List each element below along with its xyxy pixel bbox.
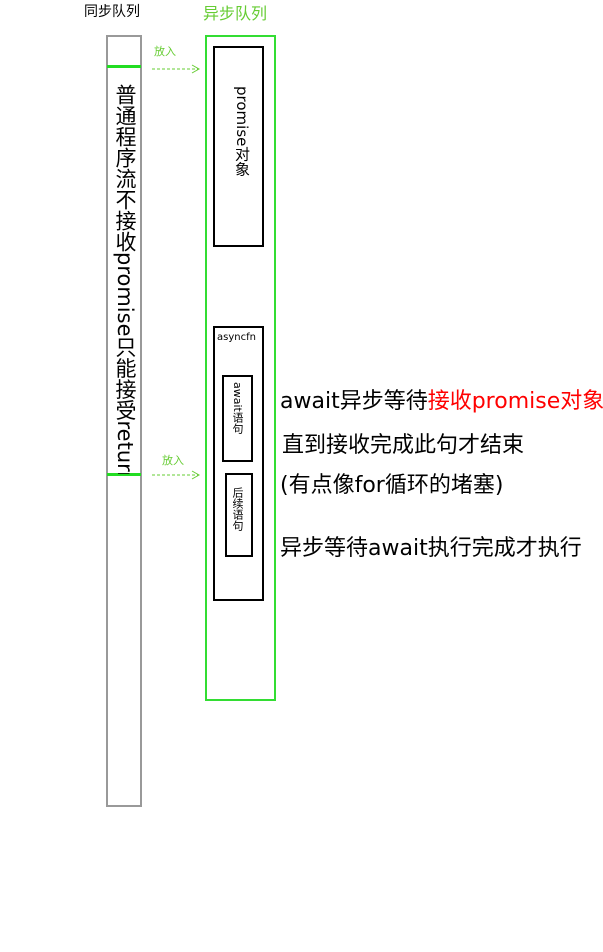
note-line-1-black: await异步等待 bbox=[280, 389, 428, 414]
dashed-arrow-1 bbox=[150, 62, 202, 76]
await-statement-text: await语句 bbox=[231, 382, 244, 434]
put-in-label-2: 放入 bbox=[162, 454, 184, 467]
note-line-4: 异步等待await执行完成才执行 bbox=[280, 536, 582, 561]
sync-queue-title: 同步队列 bbox=[84, 4, 140, 20]
sync-marker-top bbox=[107, 65, 141, 68]
asyncfn-label: asyncfn bbox=[217, 332, 256, 343]
note-line-2: 直到接收完成此句才结束 bbox=[282, 433, 525, 458]
put-in-label-1: 放入 bbox=[154, 45, 176, 58]
sync-column-text: 普通程序流不接收promise只能接受return bbox=[113, 84, 137, 474]
dashed-arrow-2 bbox=[150, 468, 202, 482]
note-line-1-red: 接收promise对象 bbox=[427, 389, 603, 414]
note-line-3: (有点像for循环的堵塞) bbox=[280, 473, 504, 498]
asyncfn-box bbox=[213, 326, 264, 601]
async-queue-title: 异步队列 bbox=[203, 4, 268, 23]
subsequent-statement-text: 后续语句 bbox=[231, 487, 244, 531]
note-line-1: await异步等待接收promise对象 bbox=[280, 383, 603, 415]
promise-object-text: promise对象 bbox=[233, 86, 251, 177]
